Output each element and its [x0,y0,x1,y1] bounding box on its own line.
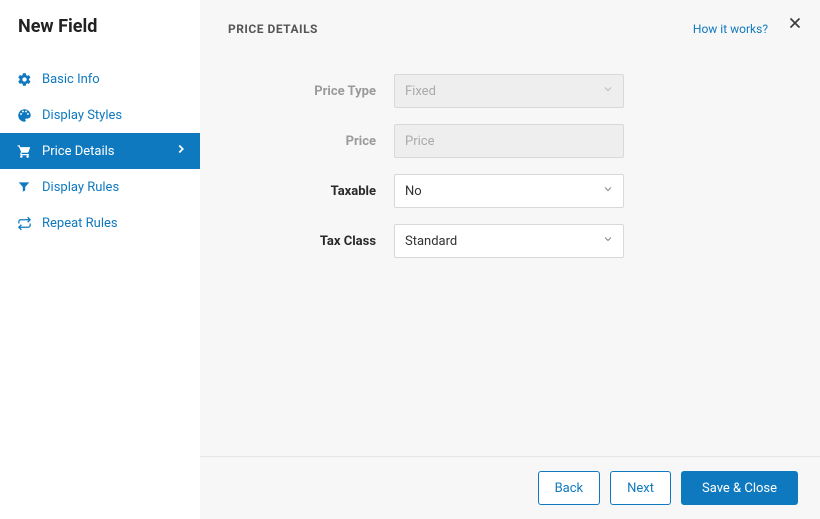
sidebar-item-display-styles[interactable]: Display Styles [0,97,200,133]
cart-icon [16,143,32,159]
price-type-select: Fixed [394,74,624,108]
page-title: New Field [0,16,200,61]
sidebar-item-basic-info[interactable]: Basic Info [0,61,200,97]
price-label: Price [228,134,376,149]
back-button[interactable]: Back [538,471,601,505]
price-type-label: Price Type [228,84,376,99]
sidebar-item-label: Price Details [42,144,114,159]
filter-icon [16,179,32,195]
sidebar-item-repeat-rules[interactable]: Repeat Rules [0,205,200,241]
repeat-icon [16,215,32,231]
close-icon [786,21,804,36]
sidebar-item-label: Repeat Rules [42,216,118,231]
tax-class-label: Tax Class [228,234,376,249]
price-input [394,124,624,158]
sidebar-item-display-rules[interactable]: Display Rules [0,169,200,205]
chevron-right-icon [174,142,188,160]
taxable-select[interactable]: No [394,174,624,208]
sidebar-item-price-details[interactable]: Price Details [0,133,200,169]
gear-icon [16,71,32,87]
next-button[interactable]: Next [610,471,671,505]
taxable-label: Taxable [228,184,376,199]
close-button[interactable] [786,14,804,36]
sidebar-item-label: Display Rules [42,180,119,195]
sidebar-item-label: Display Styles [42,108,122,123]
sidebar-item-label: Basic Info [42,72,100,87]
palette-icon [16,107,32,123]
section-title: PRICE DETAILS [228,22,318,36]
tax-class-select[interactable]: Standard [394,224,624,258]
help-link[interactable]: How it works? [693,22,768,36]
save-close-button[interactable]: Save & Close [681,471,798,505]
